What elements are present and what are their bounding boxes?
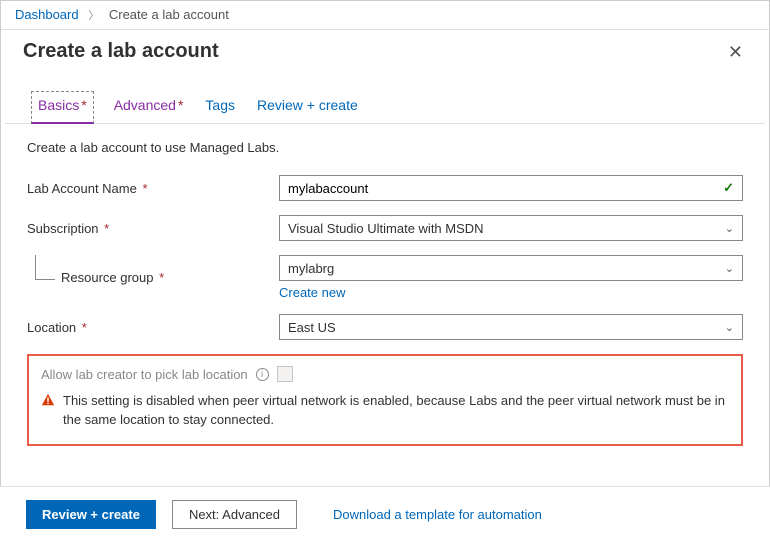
lab-name-input[interactable]: ✓ <box>279 175 743 201</box>
tab-basics[interactable]: Basics* <box>31 91 94 124</box>
location-label: Location * <box>27 320 279 335</box>
download-template-link[interactable]: Download a template for automation <box>333 507 542 522</box>
info-icon[interactable]: i <box>256 368 269 381</box>
subscription-select[interactable]: Visual Studio Ultimate with MSDN ⌄ <box>279 215 743 241</box>
allow-pick-location-label: Allow lab creator to pick lab location <box>41 367 248 382</box>
chevron-down-icon: ⌄ <box>725 262 734 275</box>
chevron-right-icon: 〉 <box>88 10 99 22</box>
create-new-link[interactable]: Create new <box>279 285 345 300</box>
check-icon: ✓ <box>723 180 734 196</box>
warning-icon <box>41 393 55 430</box>
warning-message: This setting is disabled when peer virtu… <box>63 392 729 430</box>
chevron-down-icon: ⌄ <box>725 321 734 334</box>
tabs: Basics* Advanced* Tags Review + create <box>5 65 765 124</box>
resource-group-select[interactable]: mylabrg ⌄ <box>279 255 743 281</box>
subscription-label: Subscription * <box>27 221 279 236</box>
disabled-section: Allow lab creator to pick lab location i… <box>27 354 743 446</box>
allow-pick-location-checkbox <box>277 366 293 382</box>
tab-review[interactable]: Review + create <box>255 91 360 123</box>
breadcrumb-current: Create a lab account <box>109 7 229 22</box>
breadcrumb-dashboard[interactable]: Dashboard <box>15 7 79 22</box>
lab-name-label: Lab Account Name * <box>27 181 279 196</box>
chevron-down-icon: ⌄ <box>725 222 734 235</box>
intro-text: Create a lab account to use Managed Labs… <box>27 140 743 155</box>
resource-group-label: Resource group * <box>27 270 279 285</box>
page-title: Create a lab account <box>23 40 219 63</box>
footer: Review + create Next: Advanced Download … <box>0 486 770 542</box>
next-advanced-button[interactable]: Next: Advanced <box>172 500 297 529</box>
close-icon[interactable]: ✕ <box>724 40 747 65</box>
tab-tags[interactable]: Tags <box>203 91 237 123</box>
review-create-button[interactable]: Review + create <box>26 500 156 529</box>
tab-advanced[interactable]: Advanced* <box>112 91 186 123</box>
location-select[interactable]: East US ⌄ <box>279 314 743 340</box>
breadcrumb: Dashboard 〉 Create a lab account <box>1 1 769 30</box>
